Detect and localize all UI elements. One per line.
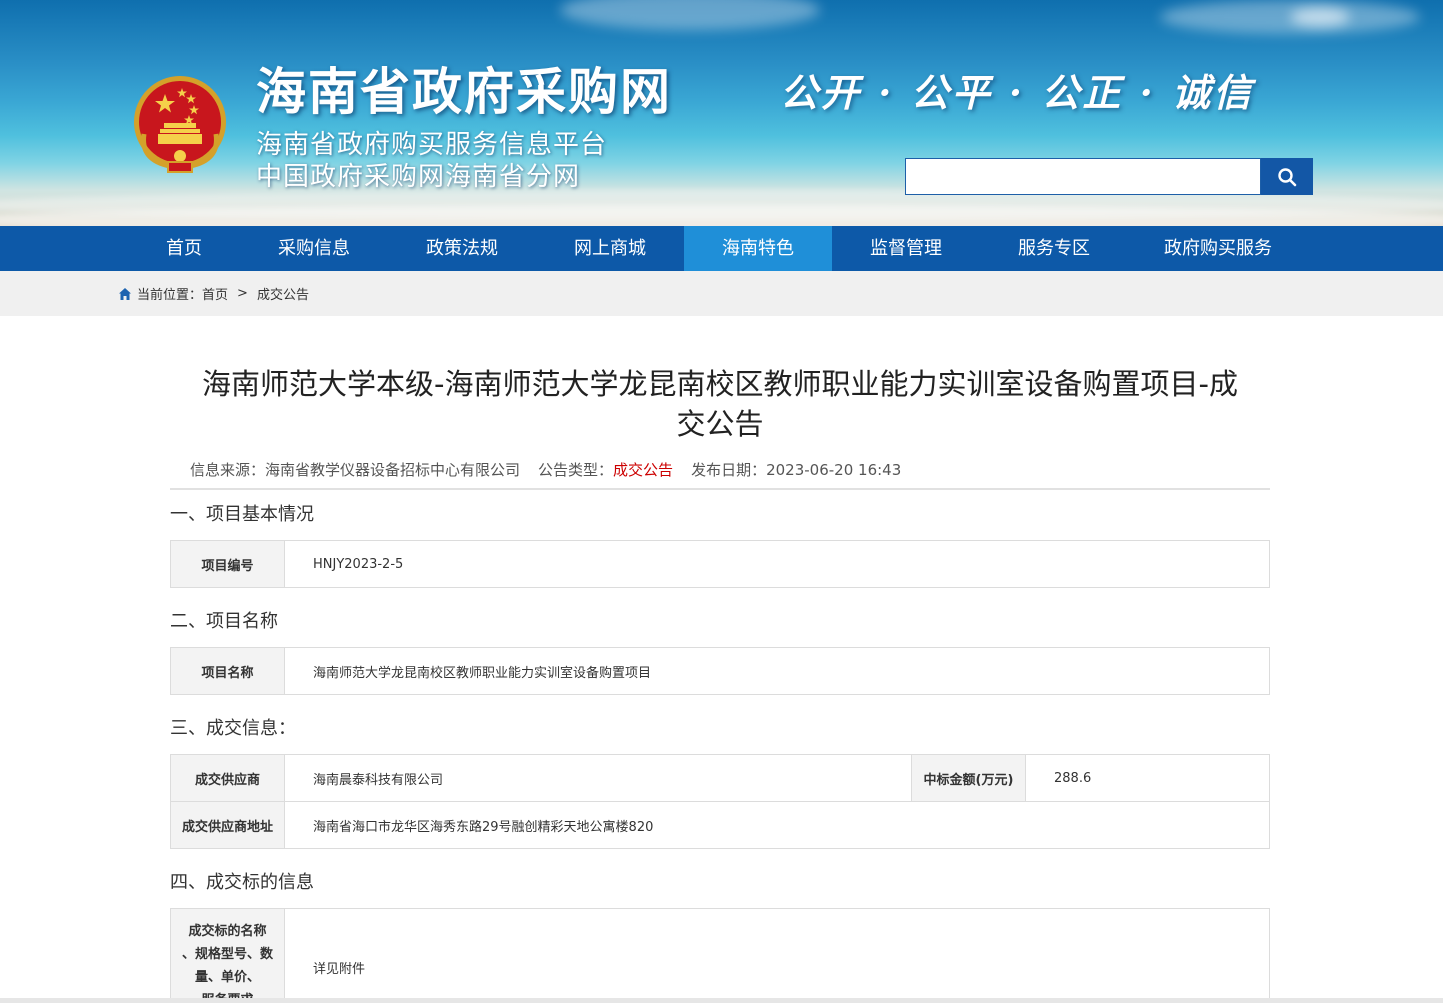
horizontal-scrollbar[interactable] <box>0 998 1443 1003</box>
project-name-value: 海南师范大学龙昆南校区教师职业能力实训室设备购置项目 <box>284 647 1270 695</box>
nav-item-gov-purchase-service[interactable]: 政府购买服务 <box>1128 226 1308 271</box>
table-row: 成交标的名称 、规格型号、数 量、单价、 服务要求 详见附件 <box>170 908 1270 1003</box>
header-banner: 海南省政府采购网 海南省政府购买服务信息平台 中国政府采购网海南省分网 公开 ·… <box>0 0 1443 226</box>
amount-value: 288.6 <box>1025 754 1270 802</box>
title-divider <box>170 488 1270 490</box>
article-title-line-1: 海南师范大学本级-海南师范大学龙昆南校区教师职业能力实训室设备购置项目-成 <box>202 367 1238 401</box>
nav-item-service-zone[interactable]: 服务专区 <box>980 226 1128 271</box>
project-name-label: 项目名称 <box>170 647 285 695</box>
type-value: 成交公告 <box>613 461 674 479</box>
site-title: 海南省政府采购网 <box>256 63 672 121</box>
subject-label-line: 、规格型号、数 <box>181 947 273 962</box>
date-value: 2023-06-20 16:43 <box>766 461 902 479</box>
supplier-label: 成交供应商 <box>170 754 285 802</box>
source-label: 信息来源： <box>190 461 266 479</box>
source-value: 海南省教学仪器设备招标中心有限公司 <box>265 461 521 479</box>
banner-cloud <box>1290 8 1350 26</box>
breadcrumb-prefix: 当前位置： <box>137 288 203 303</box>
table-row: 成交供应商地址 海南省海口市龙华区海秀东路29号融创精彩天地公寓楼820 <box>170 801 1270 849</box>
breadcrumb-bar: 当前位置： 首页 > 成交公告 <box>0 271 1443 316</box>
deal-info-table: 成交供应商 海南晨泰科技有限公司 中标金额(万元) 288.6 成交供应商地址 … <box>170 754 1270 849</box>
banner-cloud <box>560 0 820 30</box>
slogan: 公开 · 公平 · 公正 · 诚信 <box>780 70 1255 115</box>
breadcrumb: 当前位置： 首页 > 成交公告 <box>118 271 309 316</box>
project-number-value: HNJY2023-2-5 <box>284 540 1270 588</box>
table-row: 项目名称 海南师范大学龙昆南校区教师职业能力实训室设备购置项目 <box>170 647 1270 695</box>
basic-info-table: 项目编号 HNJY2023-2-5 <box>170 540 1270 588</box>
section-heading-subject-info: 四、成交标的信息 <box>170 872 314 893</box>
subject-label-line: 量、单价、 <box>194 970 260 985</box>
search-icon <box>1278 167 1297 186</box>
subject-label: 成交标的名称 、规格型号、数 量、单价、 服务要求 <box>170 908 285 1003</box>
nav-item-supervision[interactable]: 监督管理 <box>832 226 980 271</box>
section-heading-project-name: 二、项目名称 <box>170 611 278 632</box>
table-row: 项目编号 HNJY2023-2-5 <box>170 540 1270 588</box>
amount-label: 中标金额(万元) <box>911 754 1026 802</box>
banner-wave <box>0 205 1443 226</box>
article-title-line-2: 交公告 <box>676 407 764 441</box>
supplier-address-value: 海南省海口市龙华区海秀东路29号融创精彩天地公寓楼820 <box>284 801 1270 849</box>
home-icon <box>119 287 131 300</box>
article-meta: 信息来源：海南省教学仪器设备招标中心有限公司 公告类型：成交公告 发布日期：2023… <box>190 459 901 480</box>
subject-label-line: 成交标的名称 <box>188 924 267 939</box>
breadcrumb-home-link[interactable]: 首页 <box>202 284 228 303</box>
supplier-address-label: 成交供应商地址 <box>170 801 285 849</box>
search-button[interactable] <box>1261 158 1313 195</box>
subject-value: 详见附件 <box>284 908 1270 1003</box>
main-nav: 首页 采购信息 政策法规 网上商城 海南特色 监督管理 服务专区 政府购买服务 <box>0 226 1443 271</box>
site-subtitle-2: 中国政府采购网海南省分网 <box>256 162 581 192</box>
nav-item-home[interactable]: 首页 <box>140 226 228 271</box>
nav-item-policy[interactable]: 政策法规 <box>388 226 536 271</box>
national-emblem-icon <box>134 76 226 173</box>
project-number-label: 项目编号 <box>170 540 285 588</box>
nav-item-procurement-info[interactable]: 采购信息 <box>240 226 388 271</box>
supplier-value: 海南晨泰科技有限公司 <box>284 754 912 802</box>
search-input[interactable] <box>905 158 1261 195</box>
breadcrumb-separator: > <box>237 286 248 301</box>
nav-item-hainan-features[interactable]: 海南特色 <box>684 226 832 271</box>
project-name-table: 项目名称 海南师范大学龙昆南校区教师职业能力实训室设备购置项目 <box>170 647 1270 695</box>
section-heading-basic-info: 一、项目基本情况 <box>170 504 314 525</box>
date-label: 发布日期： <box>691 461 767 479</box>
table-row: 成交供应商 海南晨泰科技有限公司 中标金额(万元) 288.6 <box>170 754 1270 802</box>
breadcrumb-current-link[interactable]: 成交公告 <box>257 284 309 303</box>
article-title: 海南师范大学本级-海南师范大学龙昆南校区教师职业能力实训室设备购置项目-成 交公… <box>170 364 1270 444</box>
subject-info-table: 成交标的名称 、规格型号、数 量、单价、 服务要求 详见附件 <box>170 908 1270 1003</box>
nav-item-online-mall[interactable]: 网上商城 <box>536 226 684 271</box>
section-heading-deal-info: 三、成交信息： <box>170 718 296 739</box>
type-label: 公告类型： <box>538 461 614 479</box>
